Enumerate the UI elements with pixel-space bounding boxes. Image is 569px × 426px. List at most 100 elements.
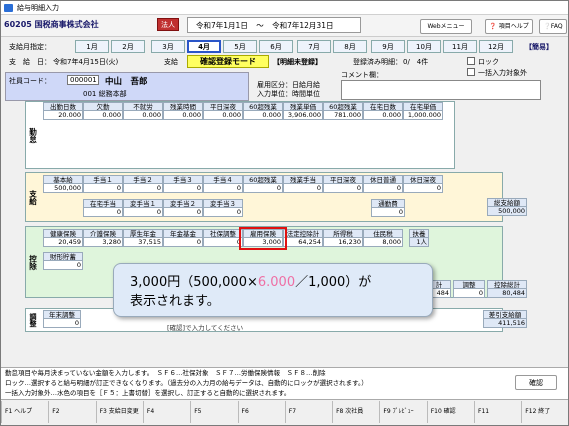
faq-button[interactable]: ❔FAQ <box>539 19 567 34</box>
function-key[interactable]: F3 支給日変更 <box>95 401 143 423</box>
work-header: 在宅単価 <box>403 102 443 111</box>
function-key[interactable]: F6 <box>237 401 285 423</box>
function-key[interactable]: F7 <box>284 401 332 423</box>
work-cell[interactable]: 在宅単価 1,000.000 <box>403 102 443 120</box>
faq-label: FAQ <box>550 23 563 30</box>
month-tab[interactable]: 4月 <box>187 40 221 53</box>
dependents-header: 扶養 <box>409 229 429 238</box>
period-display: 令和7年1月1日 〜 令和7年12月31日 <box>187 17 361 33</box>
work-value: 0.000 <box>243 111 283 120</box>
bulk-exclude-checkbox[interactable] <box>467 68 475 76</box>
month-tab[interactable]: 7月 <box>297 40 331 53</box>
work-cell[interactable]: 出勤日数 20.000 <box>43 102 83 120</box>
work-header: 残業単価 <box>283 102 323 111</box>
function-key[interactable]: F1 ヘルプ <box>1 401 48 423</box>
payment-header: 基本給 <box>43 175 83 184</box>
work-cell[interactable]: 欠勤 0.000 <box>83 102 123 120</box>
month-tab[interactable]: 1月 <box>75 40 109 53</box>
deduction-cell[interactable]: 介護保険 3,280 <box>83 229 123 247</box>
allowance-header: 在宅手当 <box>83 199 123 208</box>
lock-label: ロック <box>478 58 499 66</box>
net-pay-value: 411,516 <box>483 319 527 328</box>
payment-value: 0 <box>403 184 443 193</box>
deduction-cell[interactable]: 年金基金 0 <box>163 229 203 247</box>
function-key[interactable]: F11 <box>474 401 521 423</box>
input-unit: 入力単位：時間単位 <box>257 90 320 98</box>
comment-input[interactable] <box>341 80 541 100</box>
year-end-adjust-cell[interactable]: 年末調整 0 <box>43 310 81 328</box>
work-label: 勤怠 <box>28 127 38 143</box>
dependents-cell: 扶養 1人 <box>409 229 429 247</box>
deduction-cell[interactable]: 社保調整 0 <box>203 229 243 247</box>
work-value: 1,000.000 <box>403 111 443 120</box>
work-cell[interactable]: 在宅日数 0.000 <box>363 102 403 120</box>
month-tab[interactable]: 2月 <box>111 40 145 53</box>
gross-pay-value: 500,000 <box>487 207 527 216</box>
month-tab[interactable]: 8月 <box>333 40 367 53</box>
payment-cell[interactable]: 手当３ 0 <box>163 175 203 193</box>
work-cell[interactable]: 60超残業 781.000 <box>323 102 363 120</box>
corp-badge: 法人 <box>157 18 179 31</box>
payment-label: 支給 <box>28 189 38 205</box>
confirm-button[interactable]: 確認 <box>515 375 557 390</box>
work-value: 0.000 <box>363 111 403 120</box>
work-cell[interactable]: 不就労 0.000 <box>123 102 163 120</box>
work-cell[interactable]: 残業時間 0.000 <box>163 102 203 120</box>
deduction-cell[interactable]: 厚生年金 37,515 <box>123 229 163 247</box>
deduction-cell[interactable]: 法定控除計 64,254 <box>283 229 323 247</box>
employee-dept: 001 総務本部 <box>83 90 127 98</box>
net-pay-cell: 差引支給額 411,516 <box>483 310 527 328</box>
deduction-total-header: 控除総計 <box>487 280 527 289</box>
month-tab[interactable]: 3月 <box>151 40 185 53</box>
allowance-cell[interactable]: 変手当３ 0 <box>203 199 243 217</box>
month-tab[interactable]: 10月 <box>407 40 441 53</box>
function-key[interactable]: F2 <box>48 401 95 423</box>
payment-cell[interactable]: 60超残業 0 <box>243 175 283 193</box>
deduction-header: 所得税 <box>323 229 363 238</box>
allowance-cell[interactable]: 変手当２ 0 <box>163 199 203 217</box>
payment-cell[interactable]: 基本給 500,000 <box>43 175 83 193</box>
month-tab[interactable]: 11月 <box>443 40 477 53</box>
payment-cell[interactable]: 平日深夜 0 <box>323 175 363 193</box>
allowance-value: 0 <box>83 208 123 217</box>
allowance-cell[interactable]: 在宅手当 0 <box>83 199 123 217</box>
deduction-header: 厚生年金 <box>123 229 163 238</box>
payment-cell[interactable]: 手当４ 0 <box>203 175 243 193</box>
function-key[interactable]: F9 ﾌﾟﾚﾋﾞｭｰ <box>379 401 426 423</box>
payment-value: 0 <box>83 184 123 193</box>
deduction-cell[interactable]: 健康保険 20,459 <box>43 229 83 247</box>
payment-cell[interactable]: 手当２ 0 <box>123 175 163 193</box>
work-cell[interactable]: 平日深夜 0.000 <box>203 102 243 120</box>
web-menu-button[interactable]: Webメニュー <box>420 19 472 34</box>
month-tab[interactable]: 5月 <box>223 40 257 53</box>
function-key[interactable]: F4 <box>142 401 190 423</box>
commute-cell[interactable]: 通勤費 0 <box>371 199 405 217</box>
deduction-value: 64,254 <box>283 238 323 247</box>
payment-cell[interactable]: 休日深夜 0 <box>403 175 443 193</box>
employee-code-input[interactable]: 000001 <box>67 75 99 85</box>
deduction-value: 16,230 <box>323 238 363 247</box>
deduction-cell[interactable]: 所得税 16,230 <box>323 229 363 247</box>
month-tab[interactable]: 12月 <box>479 40 513 53</box>
work-cell[interactable]: 60超残業 0.000 <box>243 102 283 120</box>
commute-value: 0 <box>371 208 405 217</box>
lock-checkbox[interactable] <box>467 57 475 65</box>
deduction-total-cell: 調整 0 <box>453 280 485 298</box>
allowance-cell[interactable]: 変手当１ 0 <box>123 199 163 217</box>
work-cell[interactable]: 残業単価 3,906.000 <box>283 102 323 120</box>
function-key[interactable]: F12 終了 <box>521 401 568 423</box>
deduction-total-value: 0 <box>453 289 485 298</box>
simple-mode-label: 【簡易】 <box>525 43 553 51</box>
function-key[interactable]: F5 <box>190 401 237 423</box>
payment-cell[interactable]: 手当１ 0 <box>83 175 123 193</box>
payment-cell[interactable]: 休日普通 0 <box>363 175 403 193</box>
function-key[interactable]: F10 確認 <box>426 401 474 423</box>
item-help-button[interactable]: ❓ 項目ヘルプ <box>485 19 533 34</box>
month-tab[interactable]: 6月 <box>259 40 293 53</box>
deduction-cell[interactable]: 住民税 8,000 <box>363 229 403 247</box>
savings-cell[interactable]: 財形貯蓄 0 <box>43 252 83 270</box>
month-tab[interactable]: 9月 <box>371 40 405 53</box>
payment-cell[interactable]: 残業手当 0 <box>283 175 323 193</box>
function-key[interactable]: F8 次社員 <box>332 401 379 423</box>
deduction-header: 健康保険 <box>43 229 83 238</box>
